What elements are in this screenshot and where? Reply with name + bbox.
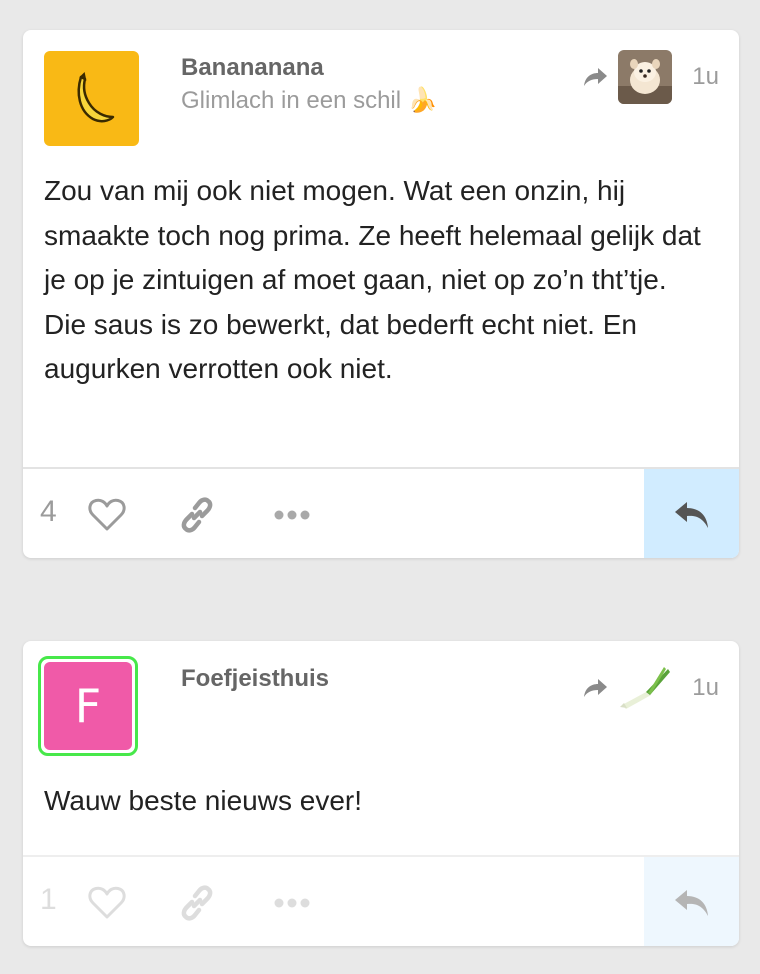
reply-icon (674, 889, 708, 916)
like-button[interactable] (85, 881, 129, 925)
reply-button[interactable] (644, 469, 739, 558)
heart-icon (88, 886, 126, 919)
banana-icon (77, 71, 114, 122)
dog-photo-icon[interactable] (618, 50, 673, 104)
share-link-button[interactable] (175, 493, 219, 537)
post-meta: 1u (580, 661, 719, 715)
post-actions: 1 (23, 855, 739, 946)
post-body: Zou van mij ook niet mogen. Wat een onzi… (44, 175, 701, 384)
author-name[interactable]: Foefjeisthuis (181, 665, 329, 693)
link-icon (181, 497, 213, 533)
reshare-arrow-icon (584, 679, 608, 697)
avatar-initial: F (74, 679, 102, 733)
share-link-button[interactable] (175, 881, 219, 925)
more-options-button[interactable] (270, 493, 314, 537)
post-body: Wauw beste nieuws ever! (44, 785, 362, 816)
post-timestamp: 1u (692, 63, 719, 90)
post-actions: 4 (23, 467, 739, 558)
link-icon (181, 885, 213, 921)
post-timestamp: 1u (692, 674, 719, 701)
reply-icon (674, 501, 708, 528)
reshare-arrow-icon (584, 68, 608, 86)
like-button[interactable] (85, 493, 129, 537)
reply-button[interactable] (644, 857, 739, 946)
post-card: F Foefjeisthuis 1u Wauw beste nieuws eve… (23, 641, 739, 946)
avatar[interactable] (44, 51, 139, 146)
heart-icon (88, 498, 126, 531)
post-card: Banananana Glimlach in een schil 🍌 1u Zo… (23, 30, 739, 558)
post-meta: 1u (580, 50, 719, 104)
author-tagline: Glimlach in een schil 🍌 (181, 87, 438, 114)
ellipsis-icon (274, 510, 310, 520)
leek-photo-icon[interactable] (618, 661, 673, 715)
author-name[interactable]: Banananana (181, 54, 324, 82)
ellipsis-icon (274, 898, 310, 908)
more-options-button[interactable] (270, 881, 314, 925)
like-count: 1 (40, 883, 57, 916)
like-count: 4 (40, 495, 57, 528)
avatar[interactable]: F (44, 662, 132, 750)
